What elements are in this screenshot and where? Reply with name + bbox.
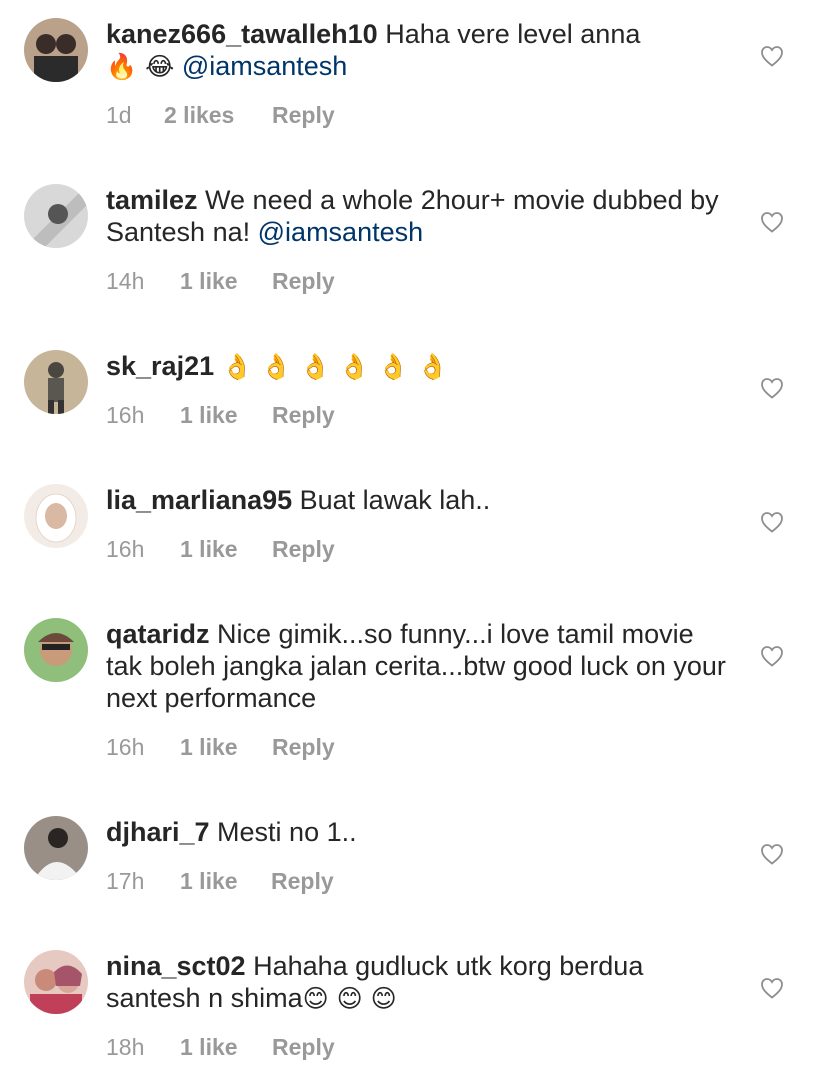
- comment-username[interactable]: lia_marliana95: [106, 485, 292, 515]
- comment-time: 17h: [106, 868, 145, 894]
- comment-text: tamilez We need a whole 2hour+ movie dub…: [106, 184, 736, 248]
- comment-likes[interactable]: 1 like: [180, 536, 238, 563]
- comment-text: nina_sct02 Hahaha gudluck utk korg berdu…: [106, 950, 736, 1015]
- comment-time: 16h: [106, 536, 145, 562]
- comment-text: kanez666_tawalleh10 Haha vere level anna…: [106, 18, 736, 83]
- heart-outline-icon[interactable]: [760, 377, 784, 399]
- reply-button[interactable]: Reply: [272, 1034, 335, 1061]
- heart-outline-icon[interactable]: [760, 645, 784, 667]
- reply-button[interactable]: Reply: [272, 734, 335, 761]
- comment-likes[interactable]: 2 likes: [164, 102, 234, 129]
- comment-likes[interactable]: 1 like: [180, 868, 238, 895]
- comment-time: 14h: [106, 268, 145, 294]
- avatar[interactable]: [24, 484, 88, 548]
- comment-text: qataridz Nice gimik...so funny...i love …: [106, 618, 736, 714]
- heart-outline-icon[interactable]: [760, 511, 784, 533]
- comment-likes[interactable]: 1 like: [180, 734, 238, 761]
- comment-time: 16h: [106, 734, 145, 760]
- heart-outline-icon[interactable]: [760, 45, 784, 67]
- comment-username[interactable]: tamilez: [106, 185, 198, 215]
- reply-button[interactable]: Reply: [272, 402, 335, 429]
- heart-outline-icon[interactable]: [760, 977, 784, 999]
- comment-likes[interactable]: 1 like: [180, 402, 238, 429]
- comment-text: lia_marliana95 Buat lawak lah..: [106, 484, 736, 516]
- heart-outline-icon[interactable]: [760, 211, 784, 233]
- emoji-group: 😊 😊 😊: [302, 984, 397, 1013]
- comment-username[interactable]: sk_raj21: [106, 351, 214, 381]
- heart-outline-icon[interactable]: [760, 843, 784, 865]
- comment-username[interactable]: djhari_7: [106, 817, 210, 847]
- avatar[interactable]: [24, 18, 88, 82]
- comment-username[interactable]: nina_sct02: [106, 951, 246, 981]
- comment-body: Haha vere level anna: [377, 19, 641, 49]
- emoji-group: 👌 👌 👌 👌 👌 👌: [221, 352, 449, 381]
- reply-button[interactable]: Reply: [272, 536, 335, 563]
- comment-time: 1d: [106, 102, 132, 128]
- avatar[interactable]: [24, 950, 88, 1014]
- avatar[interactable]: [24, 816, 88, 880]
- comment-time: 18h: [106, 1034, 145, 1060]
- reply-button[interactable]: Reply: [271, 868, 334, 895]
- comment-text: sk_raj21 👌 👌 👌 👌 👌 👌: [106, 350, 736, 383]
- comment-username[interactable]: qataridz: [106, 619, 210, 649]
- reply-button[interactable]: Reply: [272, 268, 335, 295]
- comment-body: [214, 351, 222, 381]
- comment-time: 16h: [106, 402, 145, 428]
- mention-link[interactable]: @iamsantesh: [182, 51, 347, 81]
- avatar[interactable]: [24, 350, 88, 414]
- comment-body: Mesti no 1..: [209, 817, 357, 847]
- emoji-group: 🔥 😂: [106, 52, 175, 81]
- avatar[interactable]: [24, 184, 88, 248]
- reply-button[interactable]: Reply: [272, 102, 335, 129]
- mention-link[interactable]: @iamsantesh: [258, 217, 423, 247]
- comment-text: djhari_7 Mesti no 1..: [106, 816, 736, 848]
- comment-username[interactable]: kanez666_tawalleh10: [106, 19, 378, 49]
- comment-likes[interactable]: 1 like: [180, 1034, 238, 1061]
- comment-body: Buat lawak lah..: [292, 485, 491, 515]
- comment-likes[interactable]: 1 like: [180, 268, 238, 295]
- avatar[interactable]: [24, 618, 88, 682]
